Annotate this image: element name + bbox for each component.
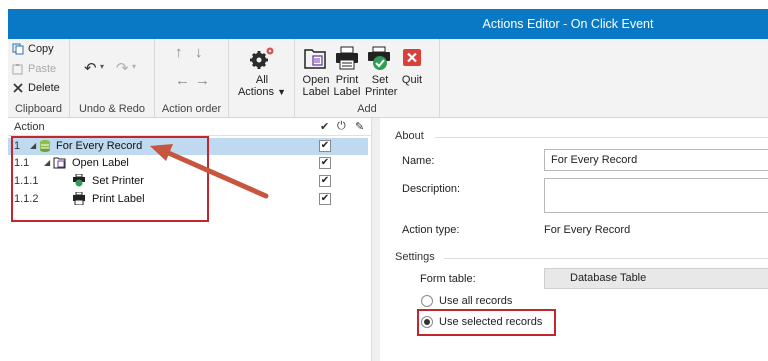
- quit-button[interactable]: Quit: [397, 45, 427, 86]
- database-table-button[interactable]: Database Table: [544, 268, 768, 289]
- action-type-value: For Every Record: [544, 224, 631, 236]
- open-label-icon: [304, 49, 326, 69]
- print-label-caption-2: Label: [333, 86, 361, 98]
- quit-caption: Quit: [401, 74, 423, 86]
- about-section-title: About: [395, 130, 424, 142]
- settings-section-title: Settings: [395, 251, 435, 263]
- ribbon: Copy Paste Delete Clipboard ↶ ▾ ↷ ▾ Undo…: [8, 39, 768, 118]
- copy-icon: [12, 43, 24, 55]
- undo-redo-group-label: Undo & Redo: [78, 103, 146, 115]
- paste-label: Paste: [28, 63, 57, 75]
- details-panel: About Name: For Every Record Description…: [380, 118, 768, 361]
- action-order-group: ↑ ↓ ← → Action order: [155, 39, 229, 118]
- clipboard-group: Copy Paste Delete Clipboard: [8, 39, 70, 118]
- copy-button[interactable]: Copy: [12, 43, 54, 55]
- undo-icon[interactable]: ↶: [84, 59, 97, 77]
- description-input[interactable]: [544, 178, 768, 213]
- name-label: Name:: [402, 155, 435, 167]
- add-group: Open Label Print Label Set Printer Quit …: [295, 39, 440, 118]
- move-down-icon[interactable]: ↓: [195, 44, 203, 61]
- open-label-caption-1: Open: [302, 74, 330, 86]
- clipboard-group-label: Clipboard: [14, 103, 63, 115]
- title-bar: Actions Editor - On Click Event: [8, 9, 768, 39]
- action-tree-panel: Action ✔ ⏻ ✎ 1 ◢ For Every Record ✔ 1.1 …: [8, 118, 372, 361]
- undo-redo-group: ↶ ▾ ↷ ▾ Undo & Redo: [70, 39, 155, 118]
- delete-label: Delete: [28, 82, 60, 94]
- annotation-highlight-box-radio: [417, 309, 556, 336]
- use-all-records-option[interactable]: Use all records: [421, 295, 512, 307]
- all-actions-label-1: All: [255, 74, 269, 86]
- set-printer-button[interactable]: Set Printer: [365, 45, 398, 98]
- print-label-caption-1: Print: [335, 74, 359, 86]
- open-label-caption-2: Label: [302, 86, 330, 98]
- description-label: Description:: [402, 183, 461, 195]
- form-table-label: Form table:: [420, 273, 476, 285]
- copy-label: Copy: [28, 43, 54, 55]
- delete-button[interactable]: Delete: [12, 82, 60, 94]
- open-label-button[interactable]: Open Label: [301, 45, 331, 98]
- undo-dropdown-icon[interactable]: ▾: [100, 62, 104, 71]
- use-all-records-radio[interactable]: [421, 295, 433, 307]
- name-input[interactable]: For Every Record: [544, 149, 768, 171]
- window-title: Actions Editor - On Click Event: [482, 17, 654, 31]
- move-right-icon[interactable]: →: [195, 72, 210, 89]
- redo-dropdown-icon[interactable]: ▾: [132, 62, 136, 71]
- action-type-label: Action type:: [402, 224, 460, 236]
- delete-icon: [13, 83, 23, 93]
- dropdown-arrow-icon: ▼: [277, 87, 287, 97]
- use-all-records-label: Use all records: [439, 295, 513, 307]
- add-group-label: Add: [357, 103, 377, 115]
- settings-divider: [444, 258, 768, 259]
- set-printer-caption-1: Set: [371, 74, 389, 86]
- redo-icon[interactable]: ↷: [116, 59, 129, 77]
- paste-icon: [12, 64, 23, 75]
- set-printer-caption-2: Printer: [365, 86, 398, 98]
- all-actions-label-2: Actions: [237, 86, 275, 98]
- set-printer-icon: [368, 46, 390, 70]
- move-left-icon[interactable]: ←: [175, 72, 190, 89]
- all-actions-button[interactable]: All Actions ▼: [229, 45, 295, 98]
- gears-icon: [250, 47, 274, 69]
- all-actions-group: All Actions ▼: [229, 39, 295, 118]
- main-area: Action ✔ ⏻ ✎ 1 ◢ For Every Record ✔ 1.1 …: [8, 118, 768, 361]
- paste-button[interactable]: Paste: [12, 63, 56, 75]
- action-order-group-label: Action order: [161, 103, 222, 115]
- about-divider: [435, 137, 768, 138]
- print-label-button[interactable]: Print Label: [332, 45, 362, 98]
- move-up-icon[interactable]: ↑: [175, 44, 183, 61]
- quit-icon: [403, 49, 421, 66]
- printer-icon: [336, 46, 358, 70]
- annotation-arrow: [150, 144, 269, 199]
